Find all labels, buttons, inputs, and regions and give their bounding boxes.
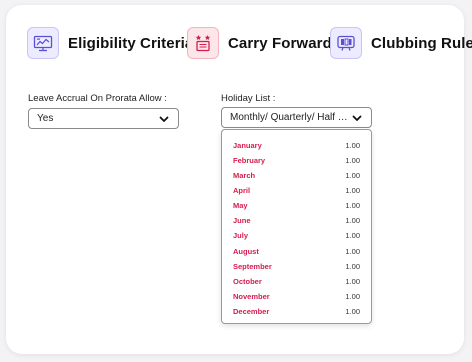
holiday-list-dropdown[interactable]: January 1.00 February 1.00 March 1.00 April… (221, 129, 372, 324)
month-value: 1.00 (345, 307, 360, 316)
month-label: January (233, 141, 262, 150)
holiday-list-select[interactable]: Monthly/ Quarterly/ Half Ye... (221, 107, 372, 128)
tab-label: Eligibility Criteria (68, 34, 194, 52)
month-label: September (233, 262, 272, 271)
month-label: December (233, 307, 270, 316)
tab-eligibility-criteria[interactable]: Eligibility Criteria (27, 27, 193, 59)
month-label: July (233, 231, 249, 240)
month-value: 1.00 (345, 156, 360, 165)
month-value: 1.00 (345, 262, 360, 271)
chevron-down-icon (159, 116, 169, 122)
list-item[interactable]: November 1.00 (222, 289, 371, 304)
month-label: March (233, 171, 256, 180)
leave-accrual-select[interactable]: Yes (28, 108, 179, 129)
month-value: 1.00 (345, 247, 360, 256)
list-item[interactable]: January 1.00 (222, 138, 371, 153)
holiday-list-value: Monthly/ Quarterly/ Half Ye... (230, 112, 351, 123)
month-value: 1.00 (345, 277, 360, 286)
eligibility-icon (27, 27, 59, 59)
month-value: 1.00 (345, 186, 360, 195)
chevron-down-icon (352, 115, 362, 121)
list-item[interactable]: February 1.00 (222, 153, 371, 168)
list-item[interactable]: March 1.00 (222, 168, 371, 183)
carry-forward-icon (187, 27, 219, 59)
month-label: February (233, 156, 266, 165)
month-value: 1.00 (345, 216, 360, 225)
month-value: 1.00 (345, 231, 360, 240)
month-value: 1.00 (345, 201, 360, 210)
month-label: August (233, 247, 259, 256)
list-item[interactable]: June 1.00 (222, 213, 371, 228)
leave-accrual-value: Yes (37, 113, 54, 124)
tab-carry-forward[interactable]: Carry Forward (187, 27, 332, 59)
tab-clubbing-rule[interactable]: Clubbing Rule (330, 27, 472, 59)
month-value: 1.00 (345, 292, 360, 301)
tab-label: Clubbing Rule (371, 34, 472, 52)
list-item[interactable]: August 1.00 (222, 244, 371, 259)
clubbing-rule-icon (330, 27, 362, 59)
month-label: May (233, 201, 248, 210)
month-label: June (233, 216, 251, 225)
tab-label: Carry Forward (228, 34, 332, 52)
list-item[interactable]: September 1.00 (222, 259, 371, 274)
list-item[interactable]: April 1.00 (222, 183, 371, 198)
holiday-list-label: Holiday List : (221, 93, 276, 104)
list-item[interactable]: December 1.00 (222, 304, 371, 319)
leave-accrual-label: Leave Accrual On Prorata Allow : (28, 93, 167, 104)
month-label: November (233, 292, 270, 301)
month-label: April (233, 186, 251, 195)
month-value: 1.00 (345, 171, 360, 180)
list-item[interactable]: May 1.00 (222, 198, 371, 213)
list-item[interactable]: October 1.00 (222, 274, 371, 289)
month-label: October (233, 277, 262, 286)
month-value: 1.00 (345, 141, 360, 150)
list-item[interactable]: July 1.00 (222, 228, 371, 243)
